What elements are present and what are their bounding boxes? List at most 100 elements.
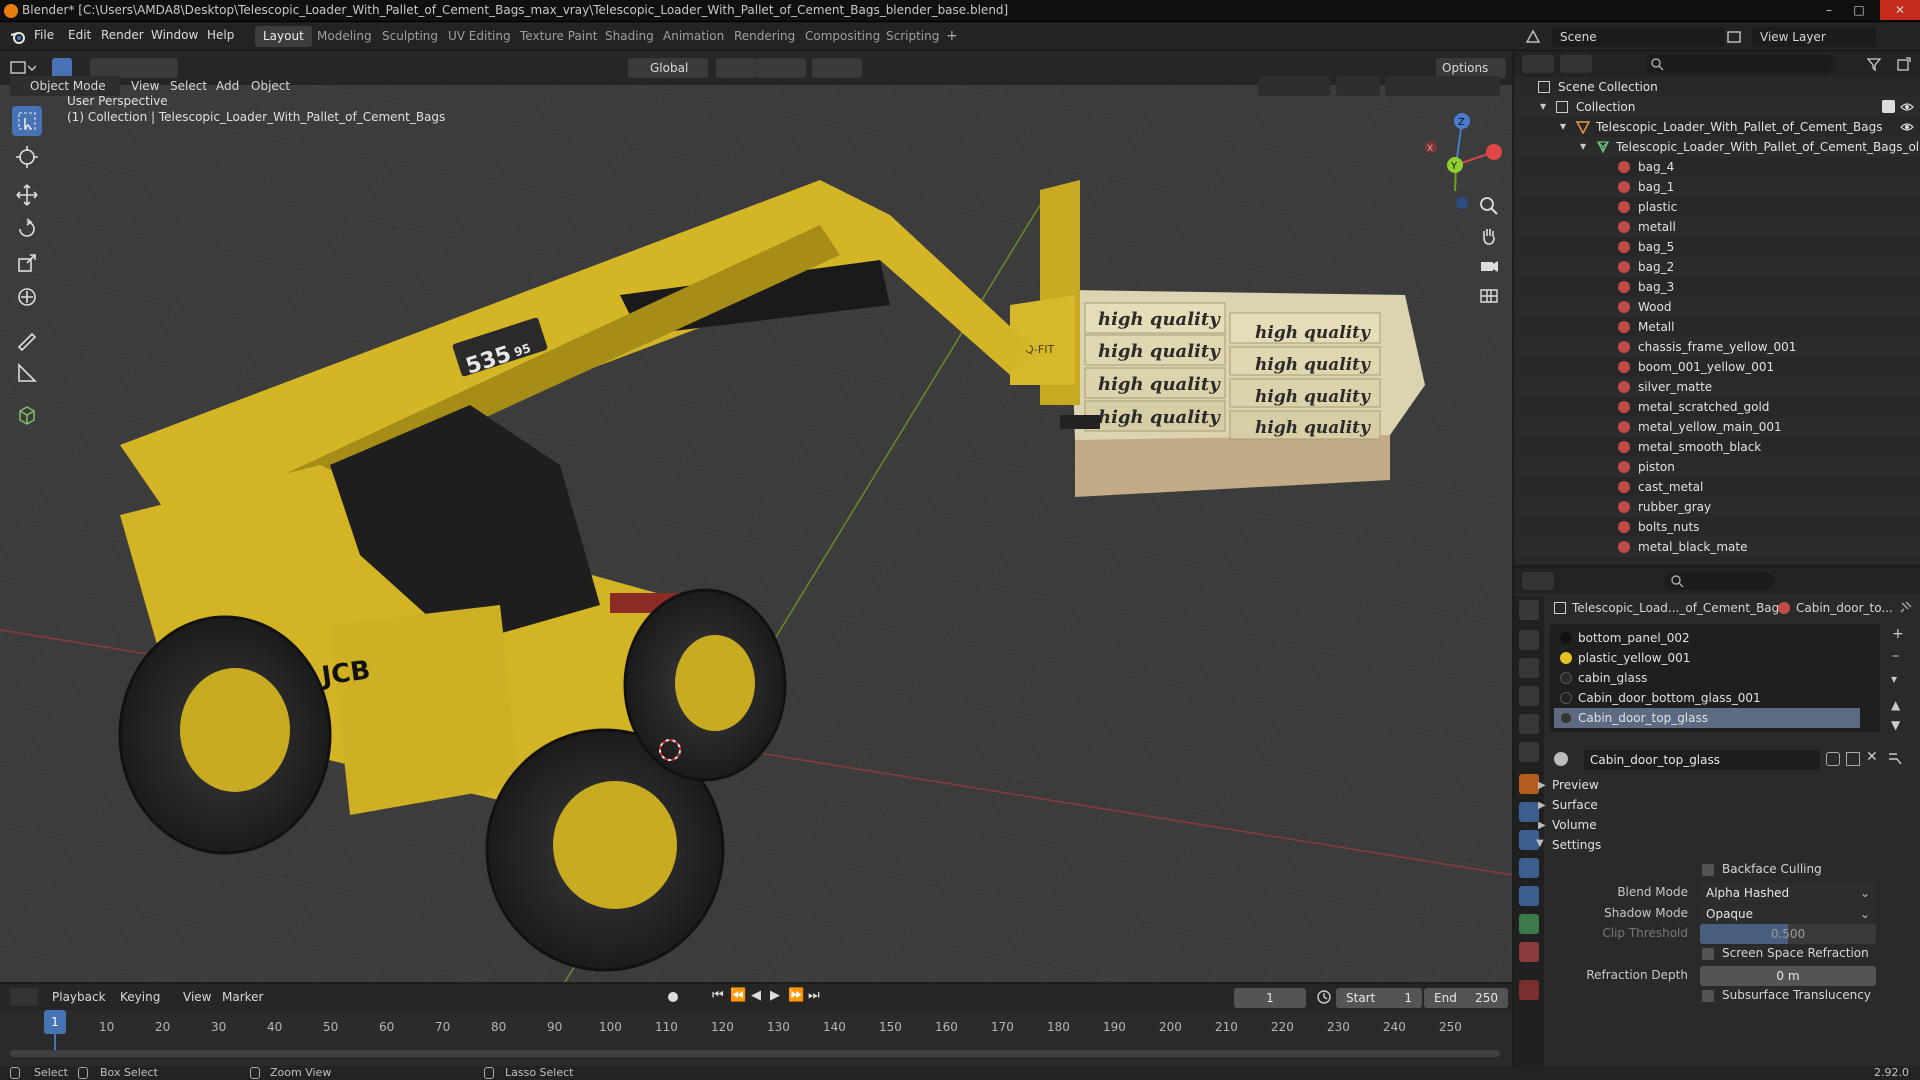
panel-settings[interactable]: Settings: [1552, 838, 1601, 852]
tab-shading[interactable]: Shading: [597, 26, 662, 47]
timeline-menu-playback[interactable]: Playback: [52, 990, 106, 1004]
outliner-material[interactable]: Metall: [1514, 317, 1920, 337]
timeline-menu-keying[interactable]: Keying: [120, 990, 160, 1004]
panel-preview[interactable]: Preview: [1552, 778, 1599, 792]
3d-viewport[interactable]: high quality high quality high quality h…: [0, 85, 1512, 982]
material-slot[interactable]: Cabin_door_bottom_glass_001: [1554, 688, 1860, 708]
new-collection-icon[interactable]: [1896, 56, 1912, 72]
selection-mode-buttons[interactable]: [90, 58, 178, 78]
tab-modeling[interactable]: Modeling: [309, 26, 380, 47]
outliner-material[interactable]: bag_5: [1514, 237, 1920, 257]
tab-constraints[interactable]: [1519, 886, 1539, 906]
outliner-material[interactable]: metal_yellow_main_001: [1514, 417, 1920, 437]
current-frame-field[interactable]: 1: [1234, 988, 1306, 1008]
material-slot-selected[interactable]: Cabin_door_top_glass: [1554, 708, 1860, 728]
outliner-material[interactable]: metal_black_mate: [1514, 537, 1920, 557]
proportional-edit-toggle[interactable]: [812, 58, 862, 78]
exclude-checkbox[interactable]: [1882, 100, 1895, 113]
tab-rendering[interactable]: Rendering: [726, 26, 803, 47]
maximize-button[interactable]: □: [1844, 0, 1874, 20]
viewport-menu-add[interactable]: Add: [216, 79, 239, 93]
move-slot-up-icon[interactable]: ▲: [1891, 698, 1900, 712]
scene-selector[interactable]: Scene: [1552, 27, 1724, 47]
tab-scripting[interactable]: Scripting: [878, 26, 947, 47]
tab-object[interactable]: [1519, 774, 1539, 794]
shading-mode-buttons[interactable]: [1385, 76, 1500, 96]
tab-output[interactable]: [1519, 658, 1539, 678]
subsurface-translucency-checkbox[interactable]: [1702, 990, 1714, 1002]
timeline-menu-view[interactable]: View: [183, 990, 211, 1004]
tab-view-layer[interactable]: [1519, 686, 1539, 706]
add-slot-button[interactable]: +: [1892, 626, 1904, 642]
screen-space-refraction-checkbox[interactable]: [1702, 948, 1714, 960]
fake-user-icon[interactable]: [1826, 752, 1840, 766]
material-slot[interactable]: plastic_yellow_001: [1554, 648, 1860, 668]
outliner-material[interactable]: bolts_nuts: [1514, 517, 1920, 537]
outliner-material[interactable]: bag_2: [1514, 257, 1920, 277]
properties-search-input[interactable]: [1664, 572, 1774, 590]
outliner-material[interactable]: rubber_gray: [1514, 497, 1920, 517]
select-mode-icon[interactable]: [52, 58, 72, 78]
outliner-scene-collection[interactable]: Scene Collection: [1514, 77, 1920, 97]
menu-file[interactable]: File: [34, 28, 54, 42]
timeline-editor-type[interactable]: [10, 988, 38, 1006]
tab-material[interactable]: [1519, 942, 1539, 962]
tab-render[interactable]: [1519, 630, 1539, 650]
tab-object-data[interactable]: [1519, 914, 1539, 934]
outliner-material[interactable]: metal_smooth_black: [1514, 437, 1920, 457]
tab-tool[interactable]: [1519, 600, 1539, 620]
object-mode-dropdown[interactable]: Object Mode: [10, 76, 120, 96]
transform-tool[interactable]: [12, 282, 42, 312]
filter-icon[interactable]: [1866, 56, 1882, 72]
rotate-tool[interactable]: [12, 214, 42, 244]
eye-icon[interactable]: [1900, 100, 1914, 114]
tab-compositing[interactable]: Compositing: [797, 26, 888, 47]
menu-render[interactable]: Render: [101, 28, 144, 42]
viewport-menu-select[interactable]: Select: [170, 79, 207, 93]
refraction-depth-field[interactable]: 0 m: [1700, 966, 1876, 986]
viewport-menu-object[interactable]: Object: [251, 79, 290, 93]
close-button[interactable]: ✕: [1880, 0, 1920, 20]
pivot-point-dropdown[interactable]: [716, 58, 756, 78]
browse-material-icon[interactable]: [1554, 752, 1568, 766]
clip-threshold-slider[interactable]: 0.500: [1700, 924, 1876, 944]
move-slot-down-icon[interactable]: ▼: [1891, 718, 1900, 732]
properties-editor-type[interactable]: [1522, 572, 1554, 590]
outliner-material[interactable]: plastic: [1514, 197, 1920, 217]
tab-texture-paint[interactable]: Texture Paint: [512, 26, 605, 47]
outliner-material[interactable]: cast_metal: [1514, 477, 1920, 497]
viewport-menu-view[interactable]: View: [131, 79, 159, 93]
breadcrumb-material[interactable]: Cabin_door_to...: [1796, 601, 1893, 615]
outliner-editor-type[interactable]: [1522, 55, 1554, 73]
editor-type-icon[interactable]: [10, 59, 36, 77]
view-layer-selector[interactable]: View Layer: [1752, 27, 1876, 47]
scene-icon[interactable]: [1524, 28, 1542, 46]
tab-sculpting[interactable]: Sculpting: [374, 26, 446, 47]
scale-tool[interactable]: [12, 248, 42, 278]
menu-help[interactable]: Help: [207, 28, 234, 42]
play-reverse-icon[interactable]: ◀: [751, 988, 761, 1003]
material-name-field[interactable]: Cabin_door_top_glass: [1584, 750, 1820, 770]
expand-arrow-icon[interactable]: ▾: [1580, 139, 1586, 153]
outliner-collection[interactable]: ▾ Collection: [1514, 97, 1920, 117]
pin-icon[interactable]: [1898, 601, 1912, 615]
outliner-material[interactable]: Wood: [1514, 297, 1920, 317]
options-dropdown[interactable]: Options: [1436, 58, 1506, 78]
menu-edit[interactable]: Edit: [68, 28, 91, 42]
expand-arrow-icon[interactable]: ▾: [1560, 119, 1566, 133]
transform-orientation-dropdown[interactable]: Global: [628, 58, 708, 78]
shadow-mode-dropdown[interactable]: Opaque ⌄: [1700, 904, 1876, 924]
tab-scene[interactable]: [1519, 714, 1539, 734]
timeline-scrollbar[interactable]: [10, 1050, 1500, 1057]
perspective-toggle-icon[interactable]: [1478, 285, 1500, 307]
panel-surface[interactable]: Surface: [1552, 798, 1598, 812]
minimize-button[interactable]: –: [1814, 0, 1844, 20]
outliner-material[interactable]: silver_matte: [1514, 377, 1920, 397]
outliner-material[interactable]: chassis_frame_yellow_001: [1514, 337, 1920, 357]
jump-end-icon[interactable]: ⏭: [808, 988, 820, 1003]
play-icon[interactable]: ▶: [770, 988, 780, 1003]
slot-specials-icon[interactable]: ▾: [1891, 672, 1897, 686]
backface-culling-checkbox[interactable]: [1702, 864, 1714, 876]
blend-mode-dropdown[interactable]: Alpha Hashed ⌄: [1700, 883, 1876, 903]
node-tree-icon[interactable]: [1888, 752, 1908, 766]
